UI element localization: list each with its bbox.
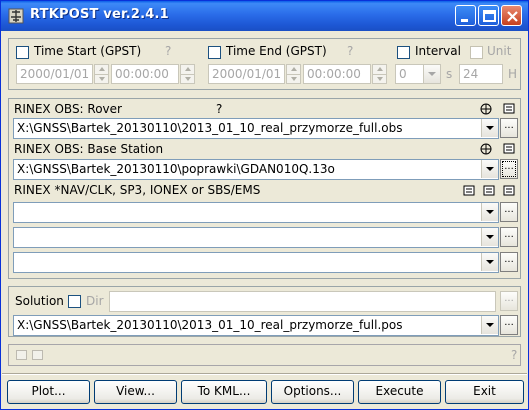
time-start-time-spin[interactable] [180, 64, 195, 84]
nav3-browse-button[interactable]: ... [500, 252, 518, 272]
close-icon [507, 11, 518, 22]
time-start-label: Time Start (GPST) [34, 44, 142, 58]
text-view-icon[interactable] [503, 103, 515, 115]
solution-label: Solution [15, 294, 64, 308]
title-bar[interactable]: RTKPOST ver.2.4.1 [1, 1, 528, 31]
view-button[interactable]: View... [94, 380, 177, 404]
interval-label: Interval [415, 44, 461, 58]
time-start-date[interactable]: 2000/01/01 [16, 64, 93, 84]
rover-browse-button[interactable]: ... [500, 118, 518, 138]
map-view-icon[interactable] [480, 103, 492, 115]
nav1-dropdown-button[interactable] [481, 203, 498, 221]
window-title: RTKPOST ver.2.4.1 [30, 7, 169, 22]
base-dropdown-button[interactable] [481, 160, 498, 178]
nav2-text-view-icon[interactable] [483, 185, 495, 197]
nav3-text-view-icon[interactable] [503, 185, 515, 197]
maximize-icon [483, 10, 496, 22]
base-browse-button[interactable]: ... [500, 159, 518, 179]
unit-value[interactable]: 24 [459, 64, 503, 84]
rover-help[interactable]: ? [216, 102, 222, 116]
app-icon[interactable] [8, 8, 24, 24]
nav1-combo[interactable] [13, 202, 499, 223]
time-end-date[interactable]: 2000/01/01 [208, 64, 285, 84]
status-indicator-1 [16, 350, 27, 360]
solution-path-combo[interactable]: X:\GNSS\Bartek_20130110\2013_01_10_real_… [13, 315, 499, 336]
unit-suffix: H [508, 67, 518, 81]
time-start-date-spin[interactable] [94, 64, 109, 84]
dir-label: Dir [86, 294, 104, 308]
base-map-view-icon[interactable] [480, 143, 492, 155]
minimize-button[interactable] [455, 5, 476, 26]
time-start-checkbox[interactable] [16, 46, 29, 59]
nav3-combo[interactable] [13, 252, 499, 273]
interval-dropdown-button[interactable] [423, 65, 440, 83]
time-end-label: Time End (GPST) [226, 44, 327, 58]
status-bar: ? [8, 344, 521, 366]
separator-highlight [2, 374, 527, 375]
rtkpost-window: RTKPOST ver.2.4.1 Time Start (GPST) ? 20… [0, 0, 529, 410]
time-start-time[interactable]: 00:00:00 [111, 64, 179, 84]
close-button[interactable] [501, 5, 522, 26]
dir-input[interactable] [109, 291, 496, 312]
status-help[interactable]: ? [511, 348, 517, 362]
nav-label: RINEX *NAV/CLK, SP3, IONEX or SBS/EMS [14, 183, 261, 197]
time-end-time[interactable]: 00:00:00 [303, 64, 371, 84]
interval-unit: s [446, 67, 453, 81]
nav2-dropdown-button[interactable] [481, 228, 498, 246]
rover-dropdown-button[interactable] [481, 119, 498, 137]
execute-button[interactable]: Execute [358, 380, 441, 404]
rover-label: RINEX OBS: Rover [14, 102, 122, 116]
base-path-combo[interactable]: X:\GNSS\Bartek_20130110\poprawki\GDAN010… [13, 159, 499, 180]
status-indicator-2 [32, 350, 43, 360]
time-start-help[interactable]: ? [165, 44, 171, 58]
interval-combo[interactable]: 0 [395, 64, 441, 84]
base-path: X:\GNSS\Bartek_20130110\poprawki\GDAN010… [17, 162, 335, 176]
dir-checkbox[interactable] [68, 295, 81, 308]
interval-checkbox[interactable] [397, 46, 410, 59]
solution-path: X:\GNSS\Bartek_20130110\2013_01_10_real_… [17, 318, 403, 332]
time-panel: Time Start (GPST) ? 2000/01/01 00:00:00 … [8, 38, 521, 90]
solution-browse-button[interactable]: ... [500, 315, 518, 335]
maximize-button[interactable] [478, 5, 499, 26]
input-files-panel: RINEX OBS: Rover ? X:\GNSS\Bartek_201301… [8, 98, 521, 279]
time-end-time-spin[interactable] [372, 64, 387, 84]
plot-button[interactable]: Plot... [7, 380, 90, 404]
nav1-browse-button[interactable]: ... [500, 202, 518, 222]
unit-label: Unit [487, 44, 512, 58]
time-end-help[interactable]: ? [347, 44, 353, 58]
unit-checkbox[interactable] [470, 46, 483, 59]
base-text-view-icon[interactable] [503, 143, 515, 155]
nav3-dropdown-button[interactable] [481, 253, 498, 271]
base-label: RINEX OBS: Base Station [14, 142, 164, 156]
exit-button[interactable]: Exit [445, 380, 524, 404]
nav2-combo[interactable] [13, 227, 499, 248]
dir-browse-button[interactable]: ... [500, 291, 518, 311]
rover-path: X:\GNSS\Bartek_20130110\2013_01_10_real_… [17, 121, 403, 135]
output-panel: Solution Dir ... X:\GNSS\Bartek_20130110… [8, 286, 521, 337]
to-kml-button[interactable]: To KML... [181, 380, 267, 404]
interval-value: 0 [399, 67, 407, 81]
minimize-icon [461, 19, 468, 22]
nav2-browse-button[interactable]: ... [500, 227, 518, 247]
time-end-checkbox[interactable] [208, 46, 221, 59]
nav1-text-view-icon[interactable] [463, 185, 475, 197]
options-button[interactable]: Options... [271, 380, 354, 404]
solution-dropdown-button[interactable] [481, 316, 498, 334]
time-end-date-spin[interactable] [286, 64, 301, 84]
rover-path-combo[interactable]: X:\GNSS\Bartek_20130110\2013_01_10_real_… [13, 118, 499, 139]
